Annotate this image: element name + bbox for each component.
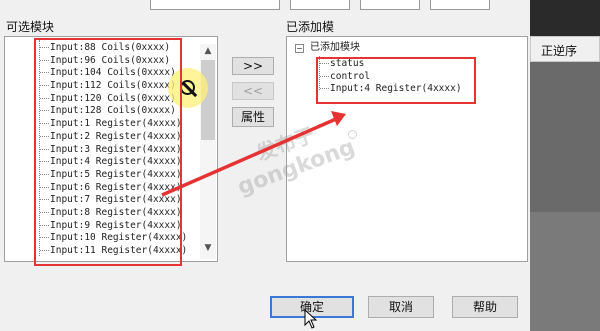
help-button[interactable]: 帮助 [452, 296, 518, 318]
cancel-button[interactable]: 取消 [368, 296, 434, 318]
annotation-arrow [161, 111, 346, 197]
mouse-cursor-icon [304, 309, 318, 329]
